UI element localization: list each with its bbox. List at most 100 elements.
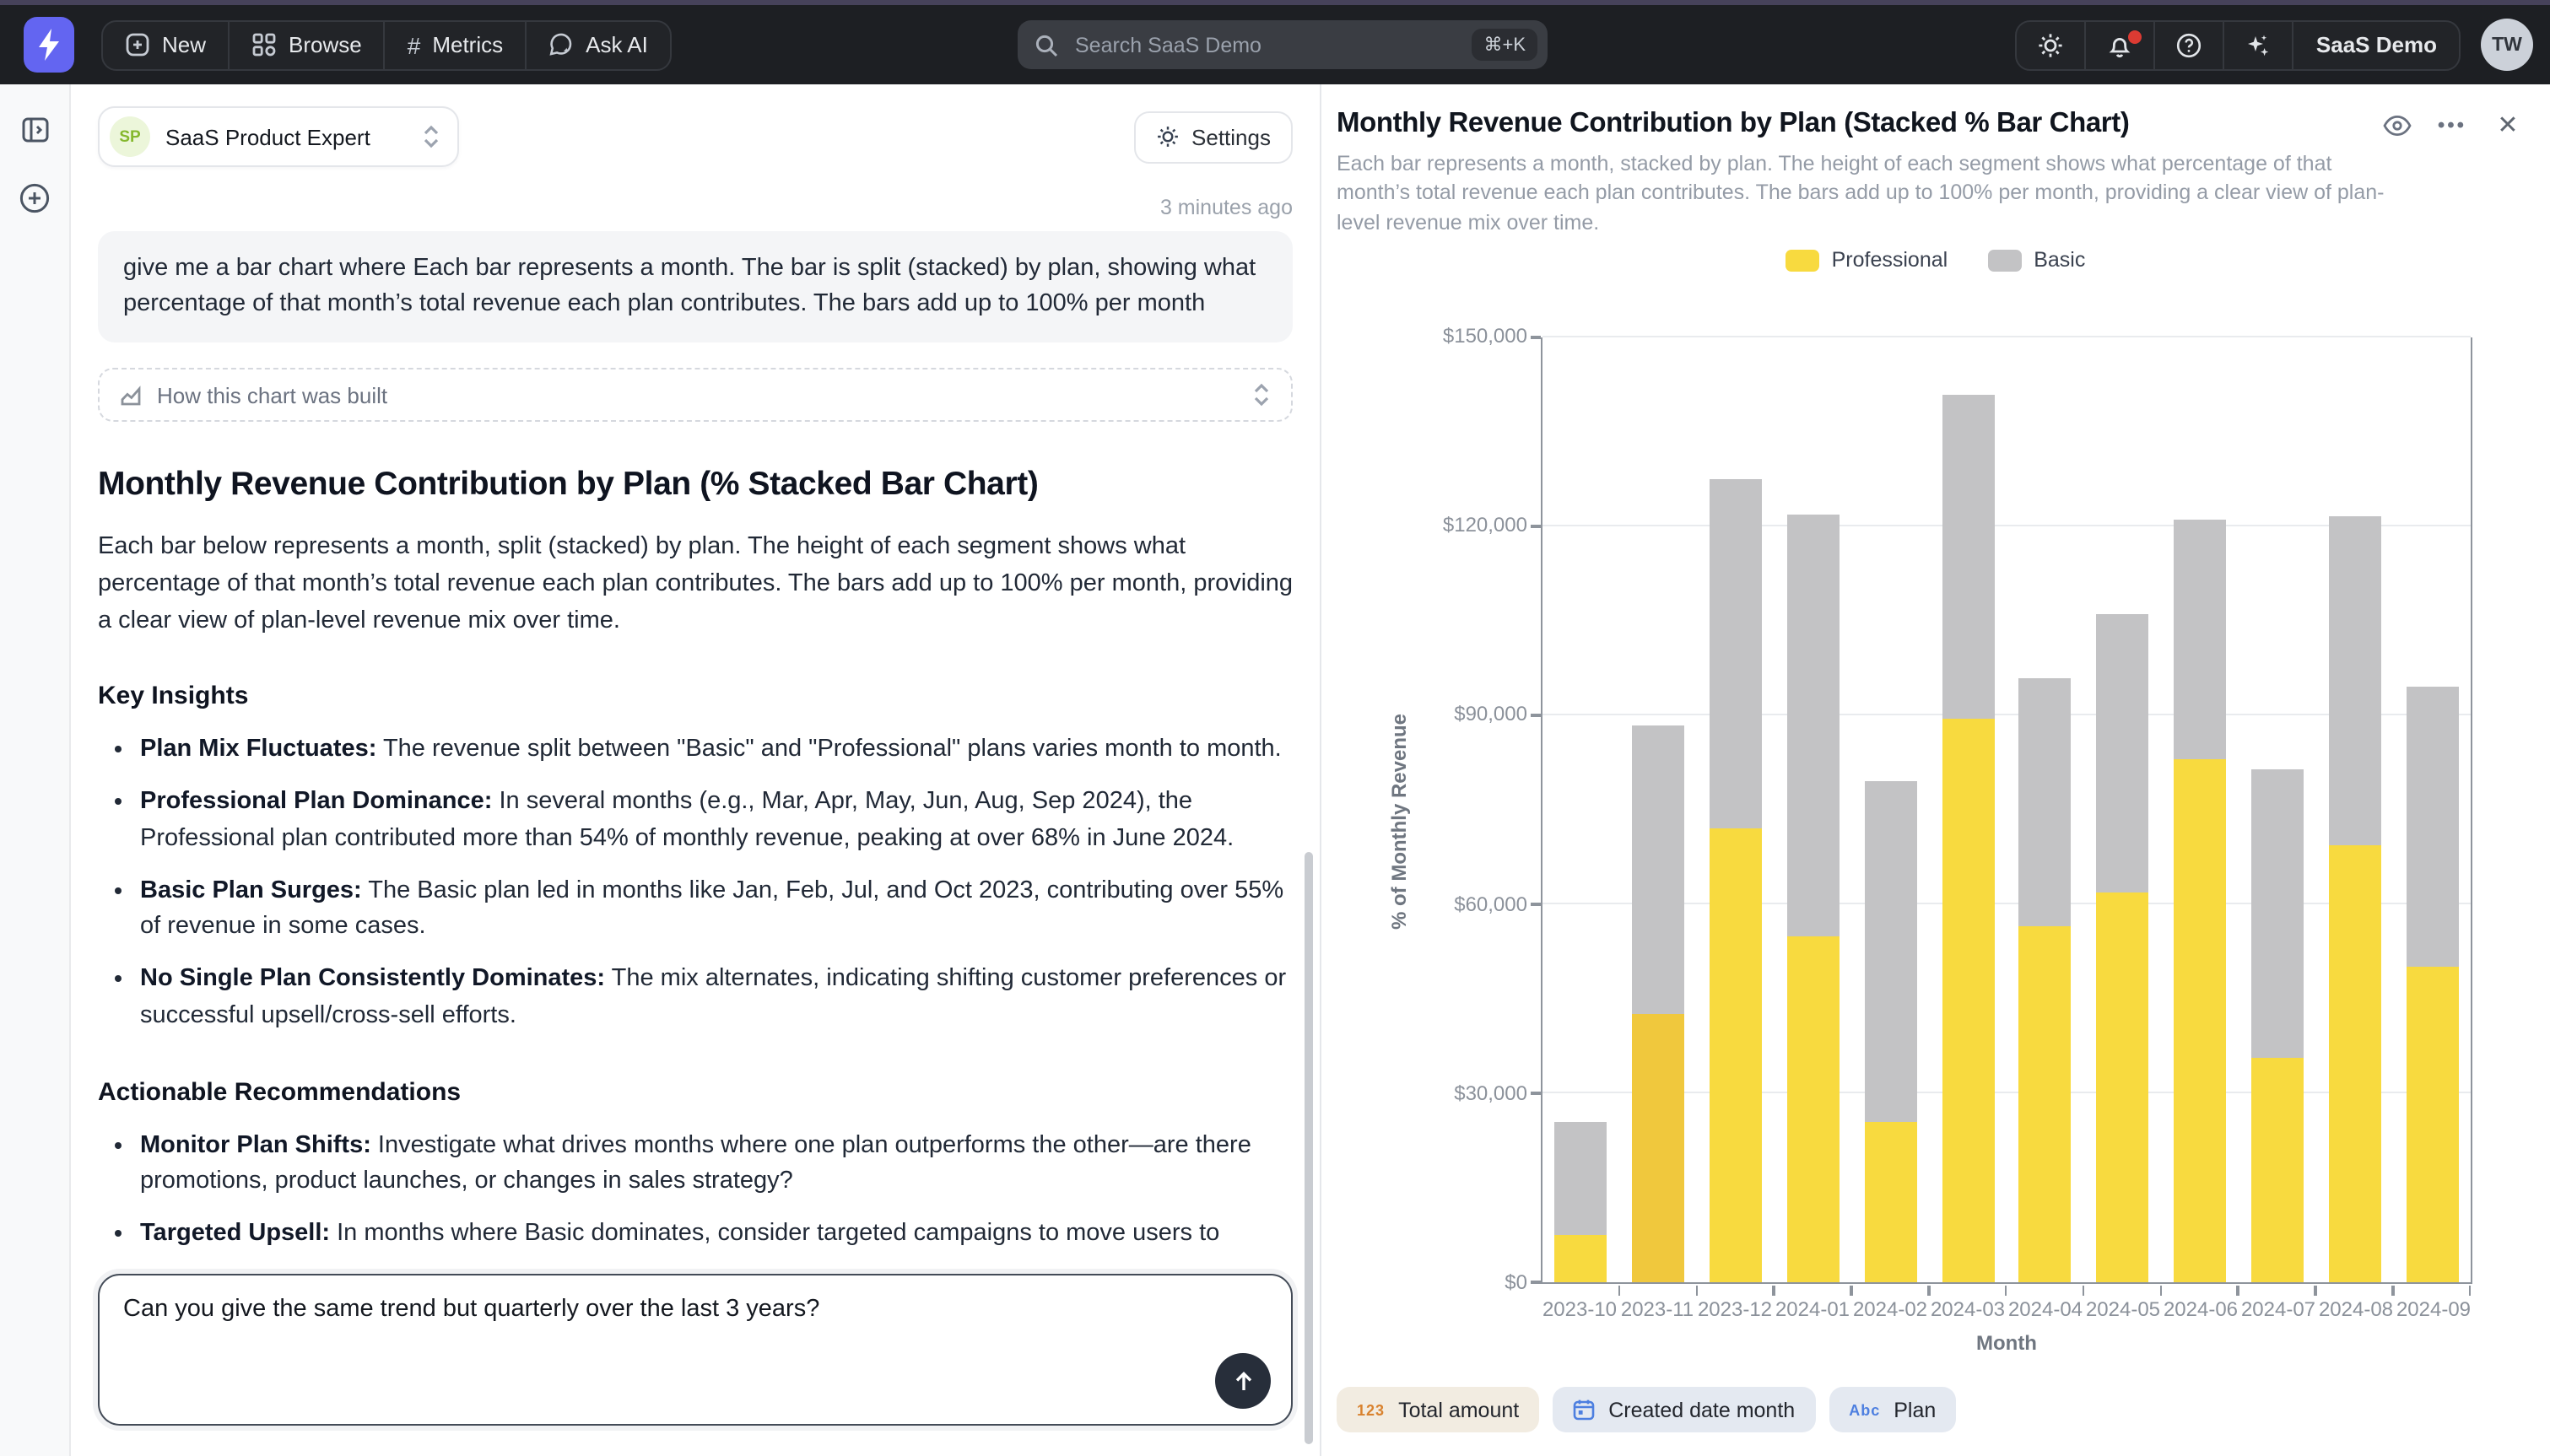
response-title: Monthly Revenue Contribution by Plan (% …	[98, 466, 1293, 504]
nav-browse-button[interactable]: Browse	[230, 21, 386, 68]
agent-settings-button[interactable]: Settings	[1134, 111, 1293, 163]
bar-segment-professional-2023-12[interactable]	[1710, 828, 1762, 1282]
y-axis-title: % of Monthly Revenue	[1387, 805, 1411, 839]
bar-segment-basic-2023-11[interactable]	[1632, 725, 1684, 1014]
numeric-field-icon: 123	[1357, 1401, 1385, 1418]
agent-selector[interactable]: SP SaaS Product Expert	[98, 106, 460, 167]
bar-segment-professional-2024-04[interactable]	[2019, 926, 2072, 1282]
recommendations-heading: Actionable Recommendations	[98, 1077, 1293, 1106]
help-button[interactable]	[2156, 21, 2225, 68]
legend-item-professional[interactable]: Professional	[1786, 248, 1948, 272]
text-field-icon: Abc	[1849, 1401, 1880, 1418]
user-avatar[interactable]: TW	[2481, 19, 2533, 71]
nav-ask-ai-label: Ask AI	[586, 32, 648, 57]
dimension-chip-created-date-month[interactable]: Created date month	[1553, 1387, 1815, 1432]
bar-segment-basic-2024-01[interactable]	[1787, 514, 1840, 936]
view-eye-button[interactable]	[2381, 110, 2412, 140]
bar-stack	[1555, 337, 1607, 1282]
y-tick-mark	[1531, 715, 1541, 717]
nav-metrics-label: Metrics	[432, 32, 503, 57]
list-item: Monitor Plan Shifts: Investigate what dr…	[140, 1128, 1293, 1201]
nav-new-button[interactable]: New	[103, 21, 230, 68]
nav-metrics-button[interactable]: # Metrics	[386, 21, 527, 68]
bar-stack	[1632, 337, 1684, 1282]
settings-label: Settings	[1191, 124, 1271, 149]
bar-column-2024-05	[2084, 337, 2162, 1282]
ai-sparkles-button[interactable]	[2225, 21, 2294, 68]
x-tick-label: 2024-02	[1851, 1297, 1929, 1321]
bar-segment-professional-2023-10[interactable]	[1555, 1235, 1607, 1282]
list-item: Targeted Upsell: In months where Basic d…	[140, 1216, 1293, 1254]
chart-line-icon	[120, 383, 143, 407]
topbar-right: SaaS Demo TW	[2016, 19, 2533, 71]
chip-label: Created date month	[1608, 1398, 1795, 1421]
bar-segment-basic-2024-03[interactable]	[1942, 394, 1994, 719]
settings-gear-button[interactable]	[2018, 21, 2087, 68]
bar-segment-basic-2024-04[interactable]	[2019, 677, 2072, 926]
legend-item-basic[interactable]: Basic	[1988, 248, 2085, 272]
bar-stack	[1942, 337, 1994, 1282]
y-tick-mark	[1531, 526, 1541, 528]
chat-scroll-area: 3 minutes ago give me a bar chart where …	[71, 167, 1320, 1254]
bar-segment-professional-2024-06[interactable]	[2174, 759, 2226, 1282]
x-tick-label: 2024-03	[1929, 1297, 2007, 1321]
bar-column-2024-08	[2316, 337, 2394, 1282]
bar-segment-basic-2024-06[interactable]	[2174, 520, 2226, 760]
bar-stack	[2328, 337, 2380, 1282]
send-button[interactable]	[1215, 1353, 1271, 1409]
bar-segment-basic-2023-10[interactable]	[1555, 1122, 1607, 1235]
bar-segment-basic-2024-07[interactable]	[2251, 769, 2304, 1059]
insight-lead: Professional Plan Dominance:	[140, 788, 492, 815]
more-options-button[interactable]: •••	[2437, 110, 2467, 140]
nav-new-label: New	[162, 32, 206, 57]
chart-panel: Monthly Revenue Contribution by Plan (St…	[1320, 84, 2550, 1456]
insight-lead: No Single Plan Consistently Dominates:	[140, 965, 605, 992]
bar-segment-basic-2024-05[interactable]	[2096, 615, 2148, 892]
chevron-up-down-icon	[1252, 383, 1271, 407]
bar-segment-basic-2024-08[interactable]	[2328, 517, 2380, 844]
insights-heading: Key Insights	[98, 682, 1293, 711]
grid-icon	[251, 32, 277, 57]
dimension-chip-plan[interactable]: Abc Plan	[1829, 1387, 1956, 1432]
new-thread-button[interactable]	[19, 182, 51, 214]
bar-column-2024-07	[2239, 337, 2316, 1282]
bar-segment-basic-2023-12[interactable]	[1710, 479, 1762, 828]
plus-circle-icon	[19, 182, 51, 214]
bar-segment-professional-2024-02[interactable]	[1864, 1122, 1916, 1282]
bar-segment-basic-2024-02[interactable]	[1864, 781, 1916, 1121]
bar-segment-basic-2024-09[interactable]	[2406, 687, 2458, 967]
search-input[interactable]	[1072, 31, 1472, 58]
app-logo[interactable]	[24, 17, 74, 73]
x-tick-label: 2024-04	[2007, 1297, 2084, 1321]
bar-segment-professional-2024-07[interactable]	[2251, 1059, 2304, 1282]
gear-icon	[2038, 31, 2065, 58]
user-message-bubble: give me a bar chart where Each bar repre…	[98, 231, 1293, 342]
bar-segment-professional-2024-05[interactable]	[2096, 892, 2148, 1282]
plot-area	[1541, 337, 2472, 1284]
workspace-button[interactable]: SaaS Demo	[2294, 21, 2459, 68]
close-panel-button[interactable]: ✕	[2493, 110, 2523, 140]
collapse-sidebar-button[interactable]	[19, 115, 50, 145]
bar-segment-professional-2024-03[interactable]	[1942, 719, 1994, 1282]
insight-text: The revenue split between "Basic" and "P…	[376, 736, 1281, 763]
bar-segment-professional-2024-09[interactable]	[2406, 968, 2458, 1282]
chat-input[interactable]: Can you give the same trend but quarterl…	[100, 1275, 1291, 1424]
how-chart-built-toggle[interactable]: How this chart was built	[98, 368, 1293, 422]
bar-stack	[2174, 337, 2226, 1282]
bar-segment-professional-2024-01[interactable]	[1787, 936, 1840, 1282]
nav-browse-label: Browse	[289, 32, 362, 57]
bar-stack	[2019, 337, 2072, 1282]
chart-panel-title: Monthly Revenue Contribution by Plan (St…	[1321, 84, 2550, 140]
utility-group: SaaS Demo	[2016, 19, 2461, 70]
bar-stack	[1864, 337, 1916, 1282]
global-search[interactable]: ⌘+K	[1018, 20, 1548, 69]
bar-segment-professional-2023-11[interactable]	[1632, 1015, 1684, 1282]
recommendations-list: Monitor Plan Shifts: Investigate what dr…	[98, 1128, 1293, 1254]
chat-scrollbar-thumb[interactable]	[1305, 852, 1313, 1444]
ellipsis-icon: •••	[2438, 113, 2466, 137]
bar-segment-professional-2024-08[interactable]	[2328, 844, 2380, 1282]
notifications-button[interactable]	[2087, 21, 2156, 68]
nav-ask-ai-button[interactable]: Ask AI	[527, 21, 670, 68]
metric-chip-total-amount[interactable]: 123 Total amount	[1337, 1387, 1539, 1432]
message-timestamp: 3 minutes ago	[98, 196, 1293, 219]
